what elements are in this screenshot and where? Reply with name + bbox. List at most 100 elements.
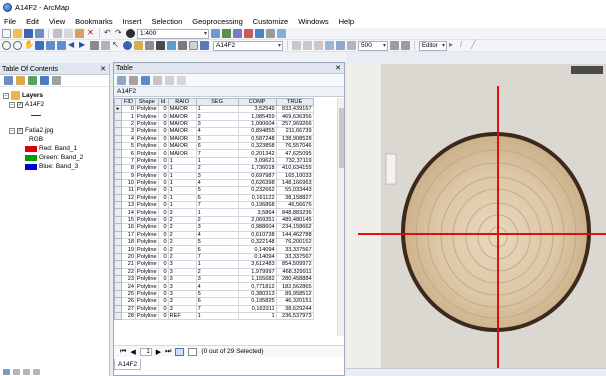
table-cell[interactable]: Polyline — [135, 297, 159, 306]
table-cell[interactable]: Polyline — [135, 274, 159, 284]
table-cell[interactable]: REF — [167, 311, 197, 321]
show-selected-records-icon[interactable] — [188, 347, 198, 356]
table-cell[interactable]: Polyline — [135, 304, 159, 313]
undo-icon[interactable]: ↶ — [104, 29, 113, 38]
menu-geoprocessing[interactable]: Geoprocessing — [192, 17, 242, 26]
table-cell[interactable]: 6 — [195, 297, 239, 306]
table-cell[interactable]: 25 — [121, 289, 136, 299]
table-row[interactable]: 13 Polyline 0 1 7 0,196868 46,56676 — [114, 201, 314, 210]
table-cell[interactable]: 854,509972 — [275, 260, 314, 269]
table-cell[interactable]: 144,462788 — [275, 230, 314, 240]
table-cell[interactable]: 469,636356 — [275, 112, 314, 121]
table-cell[interactable]: 5 — [195, 238, 239, 247]
menu-windows[interactable]: Windows — [298, 17, 328, 26]
table-row[interactable]: 28 Polyline 0 REF 1 1 236,537973 — [114, 311, 314, 321]
table-row[interactable]: 10 Polyline 0 1 4 0,626398 148,166963 — [114, 178, 314, 188]
table-cell[interactable]: 15 — [121, 215, 136, 225]
pause-drawing-icon[interactable] — [33, 369, 40, 375]
table-cell[interactable]: 7 — [195, 201, 239, 210]
back-extent-icon[interactable]: ◀ — [68, 41, 77, 50]
row-selector[interactable] — [114, 282, 122, 291]
column-header-raio[interactable]: RAIO — [167, 98, 197, 106]
full-extent-icon[interactable] — [35, 41, 44, 50]
print-icon[interactable] — [35, 29, 44, 38]
menu-help[interactable]: Help — [339, 17, 354, 26]
table-cell[interactable]: 12 — [121, 193, 136, 203]
related-tables-icon[interactable] — [129, 75, 138, 85]
flip-icon[interactable] — [336, 41, 345, 50]
table-cell[interactable]: Polyline — [135, 238, 159, 247]
table-cell[interactable]: 7 — [195, 304, 239, 313]
table-cell[interactable]: 0,697987 — [237, 171, 277, 180]
table-cell[interactable]: Polyline — [135, 119, 159, 129]
table-cell[interactable]: 257,969266 — [275, 119, 314, 129]
table-cell[interactable]: 3 — [195, 223, 239, 232]
table-cell[interactable]: 5 — [195, 186, 239, 195]
fixed-zoom-out-icon[interactable] — [57, 41, 66, 50]
row-selector[interactable] — [114, 201, 122, 210]
table-cell[interactable]: 2 — [195, 267, 239, 277]
table-row[interactable]: 25 Polyline 0 3 5 0,380313 89,958512 — [114, 289, 314, 299]
table-cell[interactable]: 47,625095 — [275, 149, 314, 158]
table-cell[interactable]: 1 — [167, 156, 197, 166]
table-cell[interactable]: 732,37119 — [275, 156, 314, 166]
table-cell[interactable]: 46,320151 — [275, 297, 314, 306]
table-cell[interactable]: 6 — [195, 245, 239, 254]
table-row[interactable]: 8 Polyline 0 1 2 1,736018 410,634155 — [114, 164, 314, 173]
table-cell[interactable]: 2 — [167, 245, 197, 254]
table-cell[interactable]: 0 — [157, 252, 169, 262]
table-cell[interactable]: Polyline — [135, 104, 159, 114]
zoom-in-icon[interactable] — [2, 41, 11, 50]
table-cell[interactable]: 27 — [121, 304, 136, 313]
table-name-tab[interactable]: A14F2 — [114, 87, 344, 97]
hyperlink-icon[interactable] — [134, 41, 143, 50]
table-cell[interactable]: 0 — [157, 127, 169, 136]
next-record-icon[interactable]: ▶ — [156, 348, 161, 356]
row-selector[interactable] — [114, 171, 122, 180]
table-close-icon[interactable]: ✕ — [335, 63, 341, 73]
table-cell[interactable]: Polyline — [135, 230, 159, 240]
table-cell[interactable]: 0 — [157, 141, 169, 151]
table-cell[interactable]: 7 — [121, 156, 136, 166]
table-cell[interactable]: 0 — [157, 223, 169, 232]
table-cell[interactable]: 234,158662 — [275, 223, 314, 232]
zoom-out-icon[interactable] — [13, 41, 22, 50]
table-cell[interactable]: 0,322148 — [237, 238, 277, 247]
table-cell[interactable]: 4 — [195, 127, 239, 136]
select-features-icon[interactable] — [90, 41, 99, 50]
forward-extent-icon[interactable]: ▶ — [79, 41, 88, 50]
row-selector[interactable] — [114, 149, 122, 158]
collapse-icon[interactable]: − — [9, 127, 15, 134]
row-selector[interactable] — [114, 289, 122, 299]
table-cell[interactable]: 11 — [121, 186, 136, 195]
table-row[interactable]: 18 Polyline 0 2 5 0,322148 76,200152 — [114, 238, 314, 247]
layout-tool-icon[interactable] — [390, 41, 399, 50]
table-cell[interactable]: Polyline — [135, 260, 159, 269]
new-document-icon[interactable] — [2, 29, 11, 38]
table-cell[interactable]: 28 — [121, 311, 136, 321]
previous-record-icon[interactable]: ◀ — [130, 348, 135, 356]
table-cell[interactable]: 4 — [195, 178, 239, 188]
table-cell[interactable]: 0,323858 — [237, 141, 277, 151]
table-cell[interactable]: 0,196868 — [237, 201, 277, 210]
table-cell[interactable]: 489,480145 — [275, 215, 314, 225]
table-cell[interactable]: Polyline — [135, 193, 159, 203]
table-cell[interactable]: 1 — [237, 311, 277, 321]
table-cell[interactable]: Polyline — [135, 164, 159, 173]
georef-tool-icon[interactable] — [292, 41, 301, 50]
table-cell[interactable]: 1 — [167, 178, 197, 188]
clear-table-selection-icon[interactable] — [165, 75, 174, 85]
python-icon[interactable] — [266, 29, 275, 38]
row-selector[interactable] — [114, 252, 122, 262]
row-selector[interactable] — [114, 238, 122, 247]
table-cell[interactable]: 7 — [195, 252, 239, 262]
modelbuilder-icon[interactable] — [277, 29, 286, 38]
menu-view[interactable]: View — [49, 17, 65, 26]
table-row[interactable]: ▸ 0 Polyline 0 MAIOR 1 3,52549 833,439167 — [114, 104, 314, 114]
table-row[interactable]: 19 Polyline 0 2 6 0,14094 33,337567 — [114, 245, 314, 254]
table-cell[interactable]: 1,985459 — [237, 112, 277, 121]
table-cell[interactable]: 138,908528 — [275, 134, 314, 143]
table-cell[interactable]: Polyline — [135, 186, 159, 195]
last-record-icon[interactable]: ⏭ — [165, 348, 171, 356]
table-cell[interactable]: 10 — [121, 178, 136, 188]
